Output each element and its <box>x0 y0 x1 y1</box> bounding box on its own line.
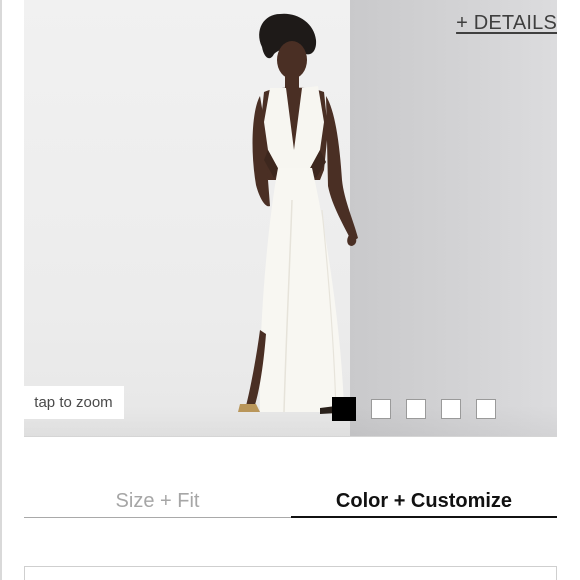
color-swatch[interactable] <box>371 399 391 419</box>
model-in-white-gown <box>238 13 358 414</box>
product-page: + DETAILS tap to zoom Size + Fit Color +… <box>0 0 580 580</box>
color-swatch-black[interactable] <box>332 397 356 421</box>
tap-to-zoom-button[interactable]: tap to zoom <box>23 386 124 419</box>
color-swatch[interactable] <box>476 399 496 419</box>
floor-line <box>24 436 557 437</box>
color-swatch[interactable] <box>441 399 461 419</box>
color-swatch[interactable] <box>406 399 426 419</box>
tab-size-fit[interactable]: Size + Fit <box>24 478 291 518</box>
color-swatches <box>332 397 496 421</box>
product-tabs: Size + Fit Color + Customize <box>24 478 557 518</box>
details-link[interactable]: + DETAILS <box>456 12 557 35</box>
left-divider <box>0 0 2 580</box>
product-image[interactable] <box>24 0 557 437</box>
customize-panel <box>24 566 557 580</box>
tab-color-customize[interactable]: Color + Customize <box>291 478 557 518</box>
